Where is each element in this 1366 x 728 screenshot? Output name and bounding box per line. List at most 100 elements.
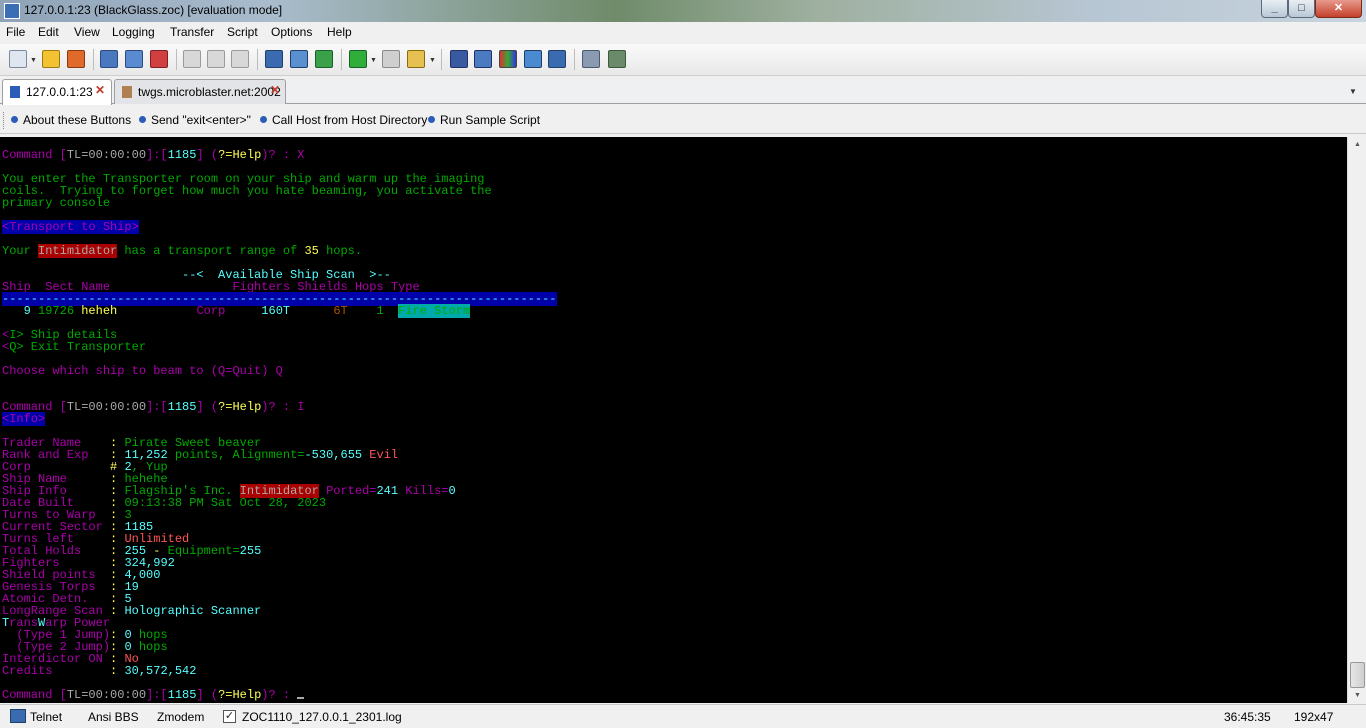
minimize-button[interactable]: _ <box>1261 0 1288 18</box>
tab-127-0-0-1[interactable]: 127.0.0.1:23 ✕ <box>2 79 112 105</box>
terminal-text: 19726 <box>38 304 82 318</box>
terminal-text: Intimidator <box>38 244 118 258</box>
about-buttons-button[interactable]: About these Buttons <box>11 113 131 127</box>
terminal-line: <Info> <box>2 412 46 426</box>
close-button[interactable]: ✕ <box>1315 0 1362 18</box>
terminal-text: Choose which ship to beam to (Q=Quit) <box>2 364 276 378</box>
terminal-text: TL=00:00:00 <box>66 148 147 162</box>
log-checkbox[interactable]: ✓ <box>223 710 236 723</box>
session-tabs: 127.0.0.1:23 ✕ twgs.microblaster.net:200… <box>0 77 1366 105</box>
run-script-icon[interactable] <box>349 50 367 68</box>
title-bar: 127.0.0.1:23 (BlackGlass.zoc) [evaluatio… <box>0 0 1366 22</box>
terminal-text: Command [ <box>2 148 67 162</box>
buttons-icon[interactable] <box>548 50 566 68</box>
bullet-icon <box>11 116 18 123</box>
toolbar-separator <box>176 49 177 70</box>
receive-file-icon[interactable] <box>315 50 333 68</box>
menu-logging[interactable]: Logging <box>112 25 155 39</box>
terminal-text: 09:13:38 PM Sat Oct 28, 2023 <box>124 496 327 510</box>
close-tab-icon[interactable]: ✕ <box>95 84 107 96</box>
scroll-up-icon[interactable]: ▲ <box>1348 137 1366 152</box>
stop-script-icon[interactable] <box>382 50 400 68</box>
edit-script-dropdown-icon[interactable]: ▼ <box>429 57 436 64</box>
app-icon <box>4 3 20 19</box>
toolbar-separator <box>257 49 258 70</box>
menu-transfer[interactable]: Transfer <box>170 25 214 39</box>
terminal-screen[interactable]: Command [TL=00:00:00]:[1185] (?=Help)? :… <box>0 137 1347 703</box>
network-icon <box>10 709 26 723</box>
terminal-text: ] ( <box>196 148 219 162</box>
menu-options[interactable]: Options <box>271 25 312 39</box>
scrollbar-thumb[interactable] <box>1350 662 1365 688</box>
bullet-icon <box>139 116 146 123</box>
terminal-line: Command [TL=00:00:00]:[1185] (?=Help)? :… <box>2 401 305 413</box>
address-book-dropdown-icon[interactable]: ▼ <box>30 57 37 64</box>
paste-icon[interactable] <box>207 50 225 68</box>
terminal-text: Fire Storm <box>398 304 471 318</box>
menu-edit[interactable]: Edit <box>38 25 59 39</box>
bullet-icon <box>260 116 267 123</box>
terminal-line: <Q> Exit Transporter <box>2 341 146 353</box>
clipboard-icon[interactable] <box>231 50 249 68</box>
user-button-bar: About these Buttons Send "exit<enter>" C… <box>0 107 1366 134</box>
session-settings-icon[interactable] <box>450 50 468 68</box>
favorite-star-icon[interactable] <box>42 50 60 68</box>
logfile-name: ZOC1110_127.0.0.1_2301.log <box>242 710 402 724</box>
emulation-colors-icon[interactable] <box>499 50 517 68</box>
connect-icon[interactable] <box>67 50 85 68</box>
terminal-text: Kills= <box>398 484 449 498</box>
menu-script[interactable]: Script <box>227 25 258 39</box>
terminal-text: <Info> <box>2 412 46 426</box>
tab-twgs-microblaster[interactable]: twgs.microblaster.net:2002 ✕ <box>114 79 286 104</box>
send-file-icon[interactable] <box>290 50 308 68</box>
button-bar-grip[interactable] <box>3 112 5 129</box>
close-tab-icon[interactable]: ✕ <box>270 84 282 96</box>
copy-icon[interactable] <box>183 50 201 68</box>
terminal-text: )? : <box>261 148 298 162</box>
terminal-line: Choose which ship to beam to (Q=Quit) Q <box>2 365 283 377</box>
session-icon <box>122 86 132 98</box>
bullet-icon <box>428 116 435 123</box>
terminal-text: <Transport to Ship> <box>2 220 139 234</box>
terminal-text: Corp <box>196 304 226 318</box>
terminal-text: TL=00:00:00 <box>66 400 147 414</box>
terminal-text: Command [ <box>2 688 67 702</box>
transfer-status[interactable]: Zmodem <box>157 710 204 724</box>
connection-type-icon[interactable] <box>474 50 492 68</box>
terminal-text: > Exit Transporter <box>16 340 147 354</box>
send-exit-button[interactable]: Send "exit<enter>" <box>139 113 251 127</box>
terminal-text: 1 <box>376 304 384 318</box>
menu-file[interactable]: File <box>6 25 25 39</box>
tab-list-dropdown-icon[interactable]: ▼ <box>1349 87 1357 96</box>
terminal-scrollbar[interactable]: ▲ ▼ <box>1347 137 1366 703</box>
terminal-text: hops. <box>318 244 363 258</box>
protocol-status[interactable]: Telnet <box>30 710 62 724</box>
tools-icon[interactable] <box>582 50 600 68</box>
maximize-button[interactable]: □ <box>1288 0 1315 18</box>
disconnect-icon[interactable] <box>150 50 168 68</box>
emulation-status[interactable]: Ansi BBS <box>88 710 139 724</box>
keyboard-icon[interactable] <box>524 50 542 68</box>
terminal-dimensions: 192x47 <box>1294 710 1334 724</box>
terminal-text: ]:[ <box>146 688 168 702</box>
address-book-icon[interactable] <box>9 50 27 68</box>
terminal-text: points, Alignment= <box>167 448 305 462</box>
terminal-line: <Transport to Ship> <box>2 220 139 234</box>
menu-help[interactable]: Help <box>327 25 352 39</box>
call-host-button[interactable]: Call Host from Host Directory <box>260 113 427 127</box>
save-icon[interactable] <box>100 50 118 68</box>
edit-script-icon[interactable] <box>407 50 425 68</box>
upload-icon[interactable] <box>125 50 143 68</box>
terminal-text: 9 <box>2 304 39 318</box>
terminal-line: Command [TL=00:00:00]:[1185] (?=Help)? : <box>2 688 305 702</box>
terminal-line: Your Intimidator has a transport range o… <box>2 244 363 258</box>
run-sample-script-button[interactable]: Run Sample Script <box>428 113 540 127</box>
transfer-icon[interactable] <box>265 50 283 68</box>
session-icon <box>10 86 20 98</box>
terminal-line: 9 19726 heheh Corp 160T 6T 1 Fire Storm <box>2 304 471 318</box>
toolbar-separator <box>441 49 442 70</box>
scroll-down-icon[interactable]: ▼ <box>1348 688 1366 703</box>
run-script-dropdown-icon[interactable]: ▼ <box>370 57 377 64</box>
options-icon[interactable] <box>608 50 626 68</box>
menu-view[interactable]: View <box>74 25 100 39</box>
